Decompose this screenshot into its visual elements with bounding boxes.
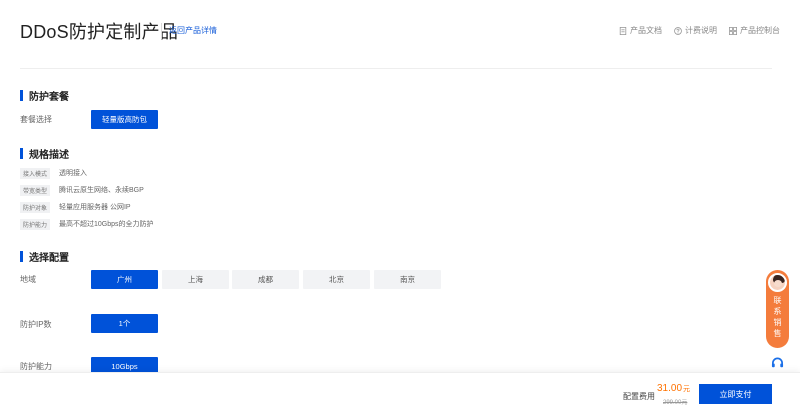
spec-tag: 防护对象: [20, 201, 50, 213]
package-option-button[interactable]: 轻量版高防包: [91, 110, 158, 129]
header-links: 产品文档 计费说明 产品控制台: [619, 25, 780, 36]
region-option-nanjing[interactable]: 南京: [374, 270, 441, 289]
region-option-shanghai[interactable]: 上海: [162, 270, 229, 289]
region-field-label: 地域: [20, 275, 36, 284]
region-option-guangzhou[interactable]: 广州: [91, 270, 158, 289]
pay-now-button[interactable]: 立即支付: [699, 384, 772, 404]
avatar: [768, 273, 787, 292]
package-field-label: 套餐选择: [20, 115, 52, 124]
spec-row: 带宽类型 腾讯云原生网络、永续BGP: [20, 184, 144, 196]
spec-row: 防护能力 最高不超过10Gbps的全力防护: [20, 218, 154, 230]
package-section-title-text: 防护套餐: [29, 92, 69, 103]
spec-value: 轻量应用服务器 公网IP: [59, 204, 131, 211]
spec-tag: 带宽类型: [20, 184, 50, 196]
spec-row: 接入模式 透明接入: [20, 167, 87, 179]
cost-label: 配置费用: [623, 392, 655, 401]
price-unit: 元: [683, 386, 691, 393]
ip-count-option[interactable]: 1个: [91, 314, 158, 333]
billing-link[interactable]: 计费说明: [674, 25, 717, 36]
console-link-label: 产品控制台: [740, 26, 780, 35]
grid-icon: [729, 26, 737, 35]
section-accent-bar: [20, 251, 23, 262]
document-icon: [619, 26, 627, 35]
region-option-chengdu[interactable]: 成都: [232, 270, 299, 289]
spec-tag: 防护能力: [20, 218, 50, 230]
price-value: 31.00: [657, 383, 683, 394]
back-to-product-link[interactable]: 返回产品详情: [161, 23, 217, 39]
price: 31.00元: [657, 383, 690, 394]
config-section-title: 选择配置: [20, 249, 69, 264]
region-option-beijing[interactable]: 北京: [303, 270, 370, 289]
question-circle-icon: [674, 26, 682, 35]
contact-sales-label: 联 系 销 售: [773, 296, 782, 338]
spec-tag: 接入模式: [20, 167, 50, 179]
header-divider: [20, 68, 772, 69]
spec-value: 腾讯云原生网络、永续BGP: [59, 187, 144, 194]
section-accent-bar: [20, 148, 23, 159]
spec-value: 最高不超过10Gbps的全力防护: [59, 221, 154, 228]
spec-row: 防护对象 轻量应用服务器 公网IP: [20, 201, 131, 213]
spec-section-title-text: 规格描述: [29, 150, 69, 161]
console-link[interactable]: 产品控制台: [729, 25, 780, 36]
billing-link-label: 计费说明: [685, 26, 717, 35]
spec-value: 透明接入: [59, 170, 87, 177]
capacity-field-label: 防护能力: [20, 362, 52, 371]
page: DDoS防护定制产品 返回产品详情 产品文档 计费说明 产品控制台 防护套餐 套…: [0, 0, 800, 414]
page-header: DDoS防护定制产品 返回产品详情 产品文档 计费说明 产品控制台: [20, 18, 780, 46]
spec-section-title: 规格描述: [20, 146, 69, 161]
contact-sales-widget[interactable]: 联 系 销 售: [766, 270, 789, 348]
config-section-title-text: 选择配置: [29, 253, 69, 264]
page-title: DDoS防护定制产品: [20, 22, 179, 42]
section-accent-bar: [20, 90, 23, 101]
docs-link-label: 产品文档: [630, 26, 662, 35]
customer-service-icon[interactable]: [768, 354, 786, 372]
original-price: 299.00元: [663, 400, 688, 406]
package-section-title: 防护套餐: [20, 88, 69, 103]
ip-count-field-label: 防护IP数: [20, 320, 52, 329]
checkout-footer: 配置费用 31.00元 299.00元 立即支付: [0, 372, 800, 414]
docs-link[interactable]: 产品文档: [619, 25, 662, 36]
